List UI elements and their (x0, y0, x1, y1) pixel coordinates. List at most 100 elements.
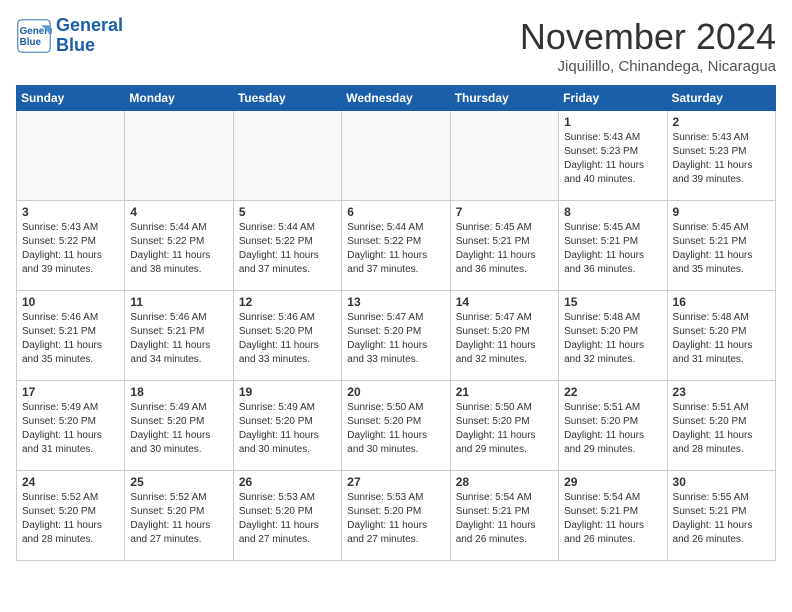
calendar-cell: 9 Sunrise: 5:45 AM Sunset: 5:21 PM Daylig… (667, 201, 775, 291)
day-number: 26 (239, 475, 336, 489)
day-info: Sunrise: 5:49 AM Sunset: 5:20 PM Dayligh… (239, 401, 336, 457)
weekday-header-row: SundayMondayTuesdayWednesdayThursdayFrid… (17, 86, 776, 111)
day-number: 30 (673, 475, 770, 489)
calendar-cell: 3Sunrise: 5:43 AM Sunset: 5:22 PM Daylig… (17, 201, 125, 291)
day-number: 22 (564, 385, 661, 399)
logo-text: General Blue (56, 16, 123, 56)
calendar-cell: 20 Sunrise: 5:50 AM Sunset: 5:20 PM Dayli… (342, 381, 450, 471)
calendar-cell: 2 Sunrise: 5:43 AM Sunset: 5:23 PM Daylig… (667, 111, 775, 201)
day-number: 2 (673, 115, 770, 129)
day-number: 13 (347, 295, 444, 309)
day-info: Sunrise: 5:46 AM Sunset: 5:20 PM Dayligh… (239, 311, 336, 367)
calendar-cell: 13 Sunrise: 5:47 AM Sunset: 5:20 PM Dayli… (342, 291, 450, 381)
day-info: Sunrise: 5:49 AM Sunset: 5:20 PM Dayligh… (22, 401, 119, 457)
day-number: 14 (456, 295, 553, 309)
svg-text:Blue: Blue (20, 37, 42, 48)
weekday-header: Monday (125, 86, 233, 111)
day-number: 12 (239, 295, 336, 309)
day-number: 28 (456, 475, 553, 489)
weekday-header: Saturday (667, 86, 775, 111)
day-info: Sunrise: 5:49 AM Sunset: 5:20 PM Dayligh… (130, 401, 227, 457)
day-number: 15 (564, 295, 661, 309)
day-number: 21 (456, 385, 553, 399)
day-info: Sunrise: 5:50 AM Sunset: 5:20 PM Dayligh… (347, 401, 444, 457)
calendar-cell: 29 Sunrise: 5:54 AM Sunset: 5:21 PM Dayli… (559, 471, 667, 561)
day-info: Sunrise: 5:51 AM Sunset: 5:20 PM Dayligh… (673, 401, 770, 457)
weekday-header: Friday (559, 86, 667, 111)
day-info: Sunrise: 5:54 AM Sunset: 5:21 PM Dayligh… (564, 491, 661, 547)
calendar-cell: 11 Sunrise: 5:46 AM Sunset: 5:21 PM Dayli… (125, 291, 233, 381)
calendar-cell: 22 Sunrise: 5:51 AM Sunset: 5:20 PM Dayli… (559, 381, 667, 471)
day-number: 19 (239, 385, 336, 399)
calendar-cell (342, 111, 450, 201)
calendar-cell (233, 111, 341, 201)
calendar-cell: 12 Sunrise: 5:46 AM Sunset: 5:20 PM Dayli… (233, 291, 341, 381)
calendar-week-row: 24 Sunrise: 5:52 AM Sunset: 5:20 PM Dayli… (17, 471, 776, 561)
day-info: Sunrise: 5:46 AM Sunset: 5:21 PM Dayligh… (130, 311, 227, 367)
day-info: Sunrise: 5:44 AM Sunset: 5:22 PM Dayligh… (347, 221, 444, 277)
day-info: Sunrise: 5:43 AM Sunset: 5:23 PM Dayligh… (673, 131, 770, 187)
day-info: Sunrise: 5:45 AM Sunset: 5:21 PM Dayligh… (673, 221, 770, 277)
weekday-header: Tuesday (233, 86, 341, 111)
day-number: 16 (673, 295, 770, 309)
calendar-cell: 18Sunrise: 5:49 AM Sunset: 5:20 PM Dayli… (125, 381, 233, 471)
day-info: Sunrise: 5:45 AM Sunset: 5:21 PM Dayligh… (564, 221, 661, 277)
calendar-cell: 15 Sunrise: 5:48 AM Sunset: 5:20 PM Dayli… (559, 291, 667, 381)
day-number: 20 (347, 385, 444, 399)
location: Jiquilillo, Chinandega, Nicaragua (520, 58, 776, 75)
day-info: Sunrise: 5:51 AM Sunset: 5:20 PM Dayligh… (564, 401, 661, 457)
calendar-cell: 17 Sunrise: 5:49 AM Sunset: 5:20 PM Dayli… (17, 381, 125, 471)
day-info: Sunrise: 5:45 AM Sunset: 5:21 PM Dayligh… (456, 221, 553, 277)
day-number: 17 (22, 385, 119, 399)
calendar-cell: 30 Sunrise: 5:55 AM Sunset: 5:21 PM Dayli… (667, 471, 775, 561)
calendar-cell: 19 Sunrise: 5:49 AM Sunset: 5:20 PM Dayli… (233, 381, 341, 471)
calendar-week-row: 17 Sunrise: 5:49 AM Sunset: 5:20 PM Dayli… (17, 381, 776, 471)
day-number: 11 (130, 295, 227, 309)
day-number: 3 (22, 205, 119, 219)
day-number: 29 (564, 475, 661, 489)
day-info: Sunrise: 5:47 AM Sunset: 5:20 PM Dayligh… (456, 311, 553, 367)
day-number: 10 (22, 295, 119, 309)
day-info: Sunrise: 5:53 AM Sunset: 5:20 PM Dayligh… (347, 491, 444, 547)
day-info: Sunrise: 5:53 AM Sunset: 5:20 PM Dayligh… (239, 491, 336, 547)
day-number: 27 (347, 475, 444, 489)
calendar-cell: 8 Sunrise: 5:45 AM Sunset: 5:21 PM Daylig… (559, 201, 667, 291)
day-number: 24 (22, 475, 119, 489)
day-info: Sunrise: 5:44 AM Sunset: 5:22 PM Dayligh… (239, 221, 336, 277)
day-info: Sunrise: 5:43 AM Sunset: 5:23 PM Dayligh… (564, 131, 661, 187)
calendar-cell: 5 Sunrise: 5:44 AM Sunset: 5:22 PM Daylig… (233, 201, 341, 291)
day-info: Sunrise: 5:47 AM Sunset: 5:20 PM Dayligh… (347, 311, 444, 367)
weekday-header: Thursday (450, 86, 558, 111)
calendar-cell (17, 111, 125, 201)
day-number: 7 (456, 205, 553, 219)
title-block: November 2024 Jiquilillo, Chinandega, Ni… (520, 16, 776, 75)
day-info: Sunrise: 5:55 AM Sunset: 5:21 PM Dayligh… (673, 491, 770, 547)
calendar-cell: 21 Sunrise: 5:50 AM Sunset: 5:20 PM Dayli… (450, 381, 558, 471)
day-number: 1 (564, 115, 661, 129)
day-info: Sunrise: 5:48 AM Sunset: 5:20 PM Dayligh… (564, 311, 661, 367)
calendar-cell: 1 Sunrise: 5:43 AM Sunset: 5:23 PM Daylig… (559, 111, 667, 201)
day-info: Sunrise: 5:52 AM Sunset: 5:20 PM Dayligh… (130, 491, 227, 547)
calendar-cell: 14 Sunrise: 5:47 AM Sunset: 5:20 PM Dayli… (450, 291, 558, 381)
calendar-cell: 16 Sunrise: 5:48 AM Sunset: 5:20 PM Dayli… (667, 291, 775, 381)
calendar-cell: 4Sunrise: 5:44 AM Sunset: 5:22 PM Daylig… (125, 201, 233, 291)
day-number: 4 (130, 205, 227, 219)
calendar-table: SundayMondayTuesdayWednesdayThursdayFrid… (16, 85, 776, 561)
logo-icon: General Blue (16, 18, 52, 54)
day-info: Sunrise: 5:48 AM Sunset: 5:20 PM Dayligh… (673, 311, 770, 367)
day-info: Sunrise: 5:50 AM Sunset: 5:20 PM Dayligh… (456, 401, 553, 457)
calendar-cell: 27 Sunrise: 5:53 AM Sunset: 5:20 PM Dayli… (342, 471, 450, 561)
weekday-header: Sunday (17, 86, 125, 111)
calendar-cell: 26 Sunrise: 5:53 AM Sunset: 5:20 PM Dayli… (233, 471, 341, 561)
day-number: 5 (239, 205, 336, 219)
day-number: 6 (347, 205, 444, 219)
day-number: 9 (673, 205, 770, 219)
day-number: 8 (564, 205, 661, 219)
logo: General Blue General Blue (16, 16, 123, 56)
month-title: November 2024 (520, 16, 776, 58)
day-info: Sunrise: 5:52 AM Sunset: 5:20 PM Dayligh… (22, 491, 119, 547)
day-number: 23 (673, 385, 770, 399)
calendar-cell: 25Sunrise: 5:52 AM Sunset: 5:20 PM Dayli… (125, 471, 233, 561)
calendar-cell: 6 Sunrise: 5:44 AM Sunset: 5:22 PM Daylig… (342, 201, 450, 291)
calendar-week-row: 1 Sunrise: 5:43 AM Sunset: 5:23 PM Daylig… (17, 111, 776, 201)
